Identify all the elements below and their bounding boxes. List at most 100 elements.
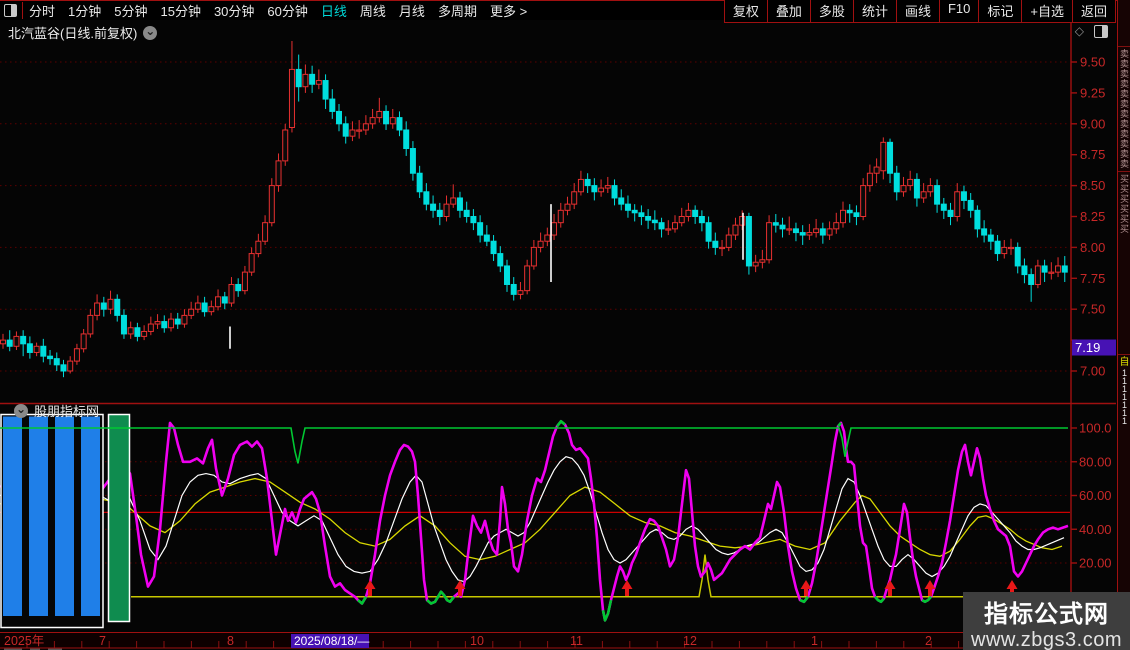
- candle-body: [1, 340, 6, 344]
- blue-bar: [29, 417, 48, 617]
- candle-body: [572, 192, 577, 204]
- candle-body: [881, 142, 886, 170]
- toolbar-action-button[interactable]: 复权: [724, 0, 768, 23]
- candle-body: [1035, 266, 1040, 285]
- candle-body: [21, 336, 26, 343]
- sidebar-char: 卖: [1118, 159, 1130, 169]
- period-tab[interactable]: 分时: [29, 1, 55, 20]
- candle-body: [222, 297, 227, 303]
- toolbar-action-button[interactable]: 多股: [810, 0, 854, 23]
- candle-body: [256, 241, 261, 253]
- toolbar-action-button[interactable]: 统计: [853, 0, 897, 23]
- candle-body: [773, 223, 778, 225]
- timeline-strip: [0, 633, 1116, 648]
- indicator-axis-label: 80.00: [1079, 454, 1112, 469]
- toolbar-action-button[interactable]: 画线: [896, 0, 940, 23]
- candle-body: [666, 229, 671, 230]
- candle-body: [518, 291, 523, 295]
- period-tab[interactable]: 1分钟: [68, 1, 101, 20]
- candle-body: [545, 235, 550, 241]
- candle-body: [263, 223, 268, 242]
- trading-app-window: 分时 1分钟 5分钟 15分钟 30分钟 60分钟日线周线月线多周期更多 > 复权叠加多股…: [0, 0, 1130, 650]
- timeline-label: 1: [811, 634, 818, 648]
- candle-body: [269, 186, 274, 223]
- candle-body: [437, 210, 442, 216]
- candle-body: [162, 322, 167, 328]
- toolbar-action-button[interactable]: 返回: [1072, 0, 1116, 23]
- watermark-title: 指标公式网: [963, 594, 1130, 629]
- period-tab[interactable]: 日线: [321, 1, 347, 20]
- period-tab[interactable]: 30分钟: [214, 1, 254, 20]
- candle-body: [101, 303, 106, 309]
- chevron-down-icon[interactable]: [143, 26, 157, 40]
- pane-toggle-icon[interactable]: [1094, 25, 1108, 38]
- candle-body: [283, 130, 288, 161]
- last-price-text: 7.19: [1075, 340, 1100, 355]
- indicator-axis-label: 100.0: [1079, 421, 1112, 436]
- window-split-icon[interactable]: [4, 4, 17, 17]
- price-axis-label: 8.50: [1080, 178, 1105, 193]
- timeline-label: 11: [570, 634, 583, 648]
- period-tab[interactable]: 更多 >: [490, 1, 527, 20]
- period-tab[interactable]: 多周期: [438, 1, 477, 20]
- sidebar-digit: 1: [1118, 417, 1130, 425]
- candle-body: [464, 210, 469, 216]
- candle-body: [350, 130, 355, 136]
- candle-body: [169, 319, 174, 328]
- period-tab[interactable]: 15分钟: [160, 1, 200, 20]
- price-axis-label: 8.00: [1080, 240, 1105, 255]
- candle-body: [699, 217, 704, 223]
- watermark-url: www.zbgs3.com: [963, 629, 1130, 650]
- candle-body: [1029, 275, 1034, 285]
- toolbar-action-button[interactable]: 标记: [978, 0, 1022, 23]
- candle-body: [1056, 266, 1061, 272]
- candle-body: [81, 334, 86, 349]
- candle-body: [726, 235, 731, 247]
- period-tab[interactable]: 月线: [399, 1, 425, 20]
- candle-body: [679, 217, 684, 223]
- period-tab[interactable]: 60分钟: [267, 1, 307, 20]
- candle-body: [135, 328, 140, 337]
- sidebar-char: 卖: [1118, 119, 1130, 129]
- candle-body: [128, 328, 133, 334]
- candle-body: [511, 284, 516, 294]
- timeline-label: 2: [925, 634, 932, 648]
- candle-body: [673, 223, 678, 229]
- candle-body: [431, 204, 436, 210]
- toolbar-divider: [22, 2, 23, 19]
- toolbar-action-button[interactable]: 叠加: [767, 0, 811, 23]
- candle-body: [585, 179, 590, 185]
- candle-body: [202, 303, 207, 312]
- candle-body: [827, 229, 832, 235]
- candle-body: [484, 235, 489, 241]
- period-tab[interactable]: 周线: [360, 1, 386, 20]
- toolbar-action-button[interactable]: F10: [939, 0, 979, 23]
- candle-body: [7, 340, 12, 346]
- candle-body: [746, 217, 751, 266]
- candle-body: [558, 210, 563, 222]
- candle-body: [41, 346, 46, 356]
- candle-body: [888, 142, 893, 173]
- candle-body: [337, 111, 342, 123]
- indicator-title: 股朋指标网: [34, 401, 99, 420]
- candle-body: [316, 81, 321, 85]
- diamond-icon[interactable]: ◇: [1075, 24, 1084, 38]
- sidebar-char: 卖: [1118, 69, 1130, 79]
- indicator-collapse-icon[interactable]: [14, 404, 28, 418]
- candle-body: [242, 272, 247, 291]
- candle-body: [531, 247, 536, 266]
- candle-body: [370, 118, 375, 124]
- sidebar-char: 卖: [1118, 79, 1130, 89]
- indicator-axis-label: 40.00: [1079, 522, 1112, 537]
- fast-line: [0, 421, 1068, 620]
- candle-body: [599, 188, 604, 192]
- candle-body: [625, 204, 630, 210]
- candle-body: [995, 241, 1000, 253]
- price-axis-label: 8.25: [1080, 209, 1105, 224]
- period-tab[interactable]: 5分钟: [114, 1, 147, 20]
- candle-body: [565, 204, 570, 210]
- toolbar-action-button[interactable]: +自选: [1021, 0, 1073, 23]
- candle-body: [323, 81, 328, 100]
- sidebar-char: 买: [1118, 194, 1130, 204]
- candle-body: [14, 336, 19, 346]
